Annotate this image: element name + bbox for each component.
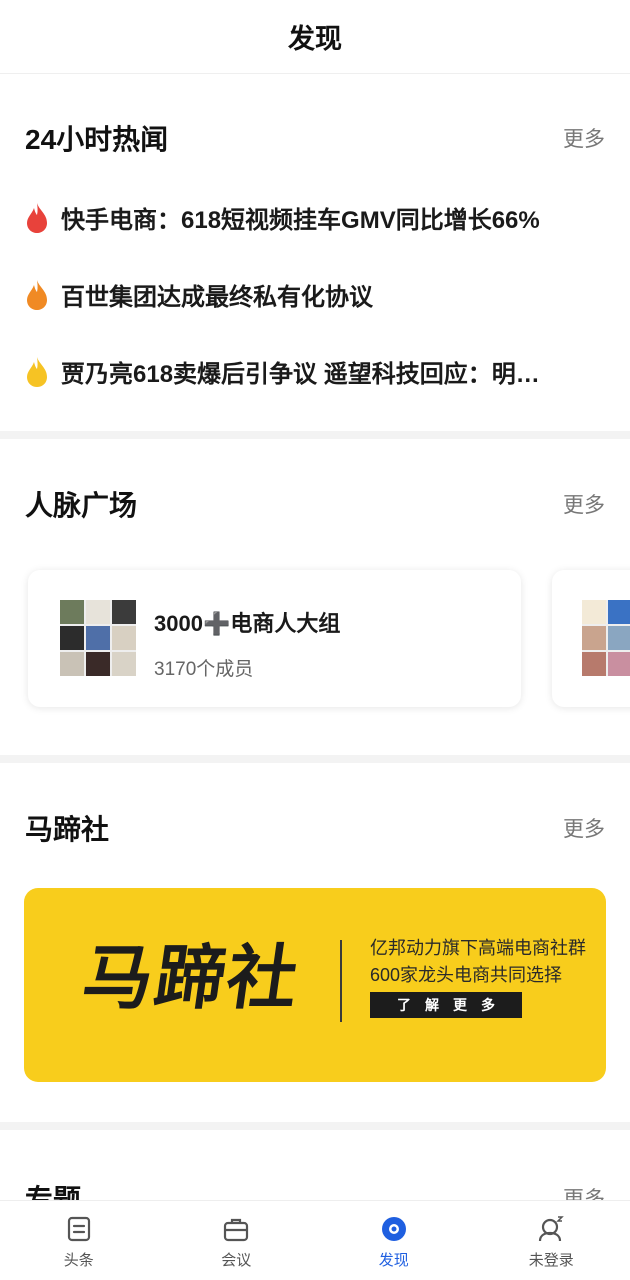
news-item[interactable]: 快手电商：618短视频挂车GMV同比增长66% — [25, 200, 610, 235]
mati-logo: 马蹄社 — [77, 936, 306, 1019]
topics-more-link[interactable]: 更多 — [563, 1183, 605, 1200]
mati-header: 马蹄社 更多 — [0, 808, 630, 848]
group-card[interactable] — [552, 570, 630, 707]
banner-divider — [340, 940, 342, 1022]
tab-label: 头条 — [63, 1252, 94, 1269]
network-title: 人脉广场 — [25, 490, 138, 521]
mati-banner[interactable]: 马蹄社 亿邦动力旗下高端电商社群 600家龙头电商共同选择 了解更多 — [24, 888, 606, 1082]
flame-icon — [27, 356, 47, 387]
learn-more-button[interactable]: 了解更多 — [370, 992, 522, 1018]
mati-more-link[interactable]: 更多 — [563, 813, 605, 843]
content-area[interactable]: 24小时热闻 更多 快手电商：618短视频挂车GMV同比增长66% 百世集团达成… — [0, 74, 630, 1200]
topics-title: 专题 — [25, 1184, 82, 1200]
briefcase-icon — [224, 1218, 249, 1242]
document-icon — [67, 1216, 90, 1242]
topics-header: 专题 更多 — [0, 1178, 630, 1200]
tab-discover[interactable]: 发现 — [315, 1201, 473, 1280]
tab-label: 会议 — [221, 1252, 252, 1269]
section-divider — [0, 755, 630, 763]
section-divider — [0, 431, 630, 439]
tab-label: 发现 — [378, 1252, 409, 1269]
hot-news-more-link[interactable]: 更多 — [563, 123, 605, 153]
news-title: 快手电商：618短视频挂车GMV同比增长66% — [61, 207, 540, 234]
mati-title: 马蹄社 — [25, 814, 110, 845]
group-avatar — [582, 600, 630, 676]
banner-line-1: 亿邦动力旗下高端电商社群 — [370, 938, 586, 958]
news-item[interactable]: 贾乃亮618卖爆后引争议 遥望科技回应：明… — [25, 354, 610, 389]
bottom-tab-bar: 头条 会议 发现 未登录 — [0, 1200, 630, 1280]
network-header: 人脉广场 更多 — [0, 484, 630, 524]
group-card[interactable]: 3000➕电商人大组 3170个成员 — [28, 570, 521, 707]
hot-news-header: 24小时热闻 更多 — [0, 118, 630, 158]
banner-line-2: 600家龙头电商共同选择 — [370, 965, 563, 985]
tab-headlines[interactable]: 头条 — [0, 1201, 158, 1280]
tab-meetings[interactable]: 会议 — [158, 1201, 316, 1280]
news-title: 百世集团达成最终私有化协议 — [61, 284, 373, 311]
discover-icon — [381, 1217, 406, 1241]
hot-news-title: 24小时热闻 — [25, 124, 169, 155]
section-divider — [0, 1122, 630, 1130]
group-member-count: 3170个成员 — [154, 659, 254, 680]
group-avatar — [60, 600, 136, 676]
tab-profile[interactable]: 未登录 — [473, 1201, 630, 1280]
top-bar: 发现 — [0, 0, 630, 74]
group-name: 3000➕电商人大组 — [154, 611, 341, 636]
news-item[interactable]: 百世集团达成最终私有化协议 — [25, 277, 610, 312]
tab-label: 未登录 — [528, 1252, 574, 1269]
user-sleep-icon — [539, 1216, 565, 1242]
flame-icon — [27, 202, 47, 233]
news-title: 贾乃亮618卖爆后引争议 遥望科技回应：明… — [61, 361, 540, 388]
network-more-link[interactable]: 更多 — [563, 489, 605, 519]
page-title: 发现 — [288, 24, 342, 54]
flame-icon — [27, 279, 47, 310]
